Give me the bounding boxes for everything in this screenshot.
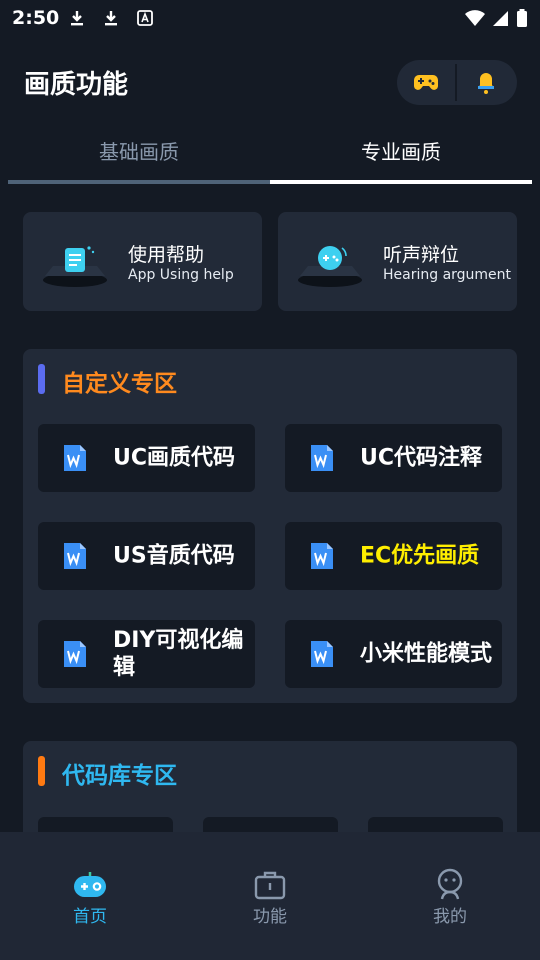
document-w-icon (64, 445, 86, 471)
help-document-icon (43, 246, 107, 287)
status-time: 2:50 (12, 7, 60, 29)
notifications-button[interactable] (457, 60, 515, 105)
download-icon (71, 11, 83, 26)
nav-label: 我的 (433, 907, 467, 927)
feature-label: EC优先画质 (360, 543, 480, 569)
hearing-gamepad-icon (298, 246, 362, 287)
feature-uc-quality-code[interactable]: UC画质代码 (38, 424, 255, 492)
document-w-icon (64, 543, 86, 569)
tab-indicator (270, 180, 532, 184)
bell-icon (478, 72, 494, 94)
feature-label: UC代码注释 (360, 445, 483, 471)
feature-diy-visual-editor[interactable]: DIY可视化编辑 (38, 620, 255, 688)
section-title: 自定义专区 (62, 371, 177, 397)
document-w-icon (311, 543, 333, 569)
help-card-subtitle: Hearing argument (383, 267, 512, 283)
toolbox-icon (254, 871, 286, 900)
gamepad-icon (74, 872, 106, 897)
nav-label: 功能 (253, 907, 287, 927)
nav-functions[interactable]: 功能 (180, 832, 360, 960)
nav-label: 首页 (73, 907, 107, 927)
document-w-icon (311, 445, 333, 471)
bottom-navigation: 首页 功能 我的 (0, 832, 540, 960)
feature-label: DIY可视化编辑 (113, 628, 244, 680)
feature-label: UC画质代码 (113, 445, 236, 471)
download-icon-2 (105, 11, 117, 26)
status-bar: 2:50 (0, 0, 540, 36)
section-custom-zone: 自定义专区 UC画质代码 UC代码注释 US音质代码 EC优先画质 DIY可视化… (23, 349, 517, 703)
help-card-title: 使用帮助 (128, 244, 205, 266)
tab-pro-quality[interactable]: 专业画质 (270, 136, 532, 165)
section-accent-bar (38, 756, 45, 786)
feature-xiaomi-performance-mode[interactable]: 小米性能模式 (285, 620, 502, 688)
help-card-hearing[interactable]: 听声辩位 Hearing argument (278, 212, 517, 311)
page-title: 画质功能 (24, 70, 129, 100)
nav-home[interactable]: 首页 (0, 832, 180, 960)
feature-uc-code-notes[interactable]: UC代码注释 (285, 424, 502, 492)
tab-basic-quality[interactable]: 基础画质 (8, 136, 270, 165)
gamepad-icon (414, 74, 438, 90)
nav-profile[interactable]: 我的 (360, 832, 540, 960)
header-actions (397, 60, 517, 105)
feature-us-audio-code[interactable]: US音质代码 (38, 522, 255, 590)
feature-ec-priority-quality[interactable]: EC优先画质 (285, 522, 502, 590)
document-w-icon (64, 641, 86, 667)
game-mode-button[interactable] (397, 60, 455, 105)
wifi-icon (465, 10, 485, 26)
feature-label: US音质代码 (113, 543, 235, 569)
signal-icon (493, 11, 508, 26)
help-card-usage[interactable]: 使用帮助 App Using help (23, 212, 262, 311)
section-accent-bar (38, 364, 45, 394)
profile-icon (437, 868, 463, 900)
document-w-icon (311, 641, 333, 667)
feature-label: 小米性能模式 (360, 641, 493, 667)
section-title: 代码库专区 (62, 763, 177, 789)
keyboard-notification-icon (137, 10, 153, 26)
help-card-title: 听声辩位 (383, 244, 460, 266)
battery-icon (517, 9, 527, 27)
help-card-subtitle: App Using help (128, 267, 234, 283)
